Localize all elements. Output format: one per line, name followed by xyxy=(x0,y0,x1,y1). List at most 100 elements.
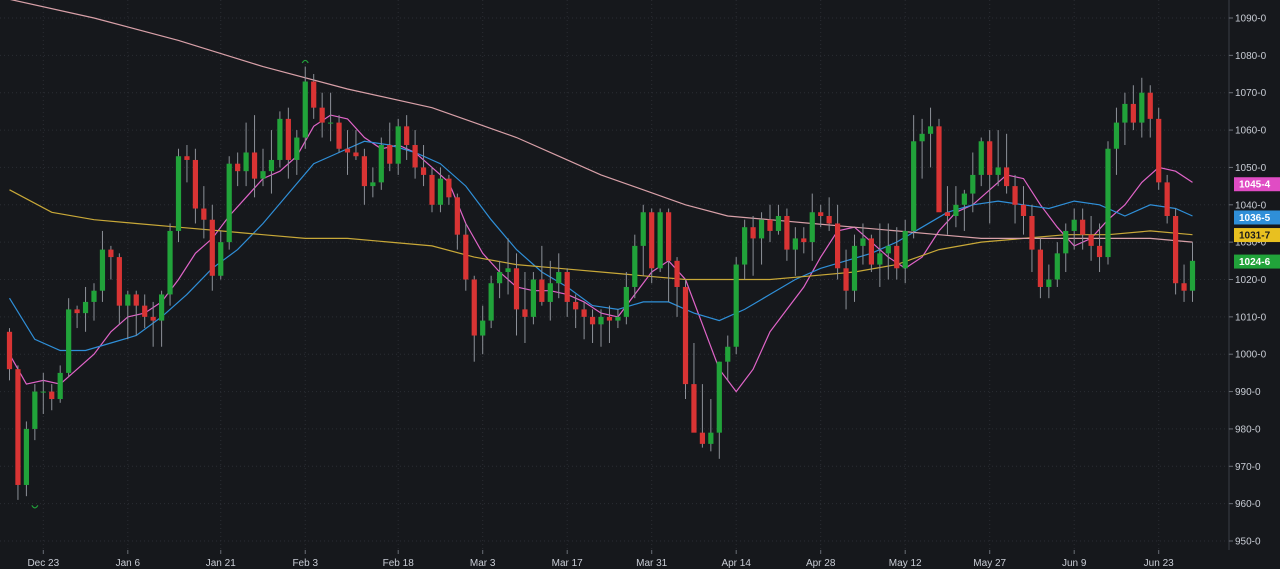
candle-body xyxy=(82,301,89,314)
price-tag: 1024-6 xyxy=(1234,254,1280,269)
candle-body xyxy=(1054,253,1060,280)
candle-body xyxy=(1071,219,1077,231)
candle-body xyxy=(243,152,249,172)
candle-body xyxy=(632,245,638,287)
candle-body xyxy=(218,242,224,276)
candle xyxy=(15,365,21,500)
candle-body xyxy=(40,391,46,393)
candle-body xyxy=(175,156,182,231)
candle-body xyxy=(471,279,477,336)
candle-body xyxy=(150,316,156,321)
candle-body xyxy=(995,167,1001,175)
candle-body xyxy=(961,193,967,205)
x-tick-label: Apr 28 xyxy=(806,558,836,569)
candle-body xyxy=(142,305,148,317)
candle-body xyxy=(835,223,841,269)
candle-body xyxy=(437,178,444,205)
x-tick-label: Dec 23 xyxy=(27,558,59,569)
candle-body xyxy=(91,290,97,302)
candle-body xyxy=(251,152,258,179)
candle-body xyxy=(1113,122,1120,149)
candle-body xyxy=(116,257,122,306)
chart-background xyxy=(0,0,1280,569)
candle-body xyxy=(775,215,782,231)
candle-body xyxy=(209,219,215,276)
candle xyxy=(488,275,494,329)
candle-body xyxy=(1096,245,1103,258)
candlestick-chart: 1090-01080-01070-01060-01050-01040-01030… xyxy=(0,0,1280,569)
candle-body xyxy=(615,316,621,321)
candle-body xyxy=(294,137,300,160)
y-tick-label: 1090-0 xyxy=(1235,14,1267,25)
candle-body xyxy=(818,212,824,216)
candle-body xyxy=(49,391,55,400)
candle-body xyxy=(674,260,680,287)
candle-body xyxy=(23,428,29,485)
candle-body xyxy=(851,245,858,291)
candle-body xyxy=(277,118,283,160)
candle-body xyxy=(556,272,562,284)
candle-body xyxy=(446,178,452,198)
candle xyxy=(378,137,384,190)
candle-body xyxy=(268,159,275,172)
candle-body xyxy=(877,253,883,265)
candle-body xyxy=(108,249,114,258)
candle-body xyxy=(159,294,165,321)
candle-body xyxy=(32,391,38,429)
y-tick-label: 960-0 xyxy=(1235,499,1261,510)
candle-body xyxy=(344,148,351,153)
candle-body xyxy=(125,294,131,306)
x-tick-label: Jun 9 xyxy=(1062,558,1087,569)
price-tag: 1045-4 xyxy=(1234,177,1280,192)
candle-body xyxy=(167,230,173,295)
candle-body xyxy=(1139,92,1145,123)
candle-body xyxy=(623,286,629,317)
candle-body xyxy=(606,316,613,321)
candle-body xyxy=(378,145,384,183)
candle xyxy=(175,148,182,243)
candle-body xyxy=(1037,249,1043,287)
candle-body xyxy=(488,283,494,321)
candle-body xyxy=(809,212,815,243)
price-tag: 1031-7 xyxy=(1234,228,1280,243)
x-tick-label: Feb 3 xyxy=(292,558,318,569)
candle xyxy=(1173,208,1179,295)
candle-body xyxy=(953,204,959,216)
candle-body xyxy=(15,369,21,485)
candle xyxy=(66,298,72,377)
candle-body xyxy=(733,264,739,347)
candle-body xyxy=(99,249,106,291)
candle-body xyxy=(429,174,435,205)
candle-body xyxy=(573,301,579,310)
candle-body xyxy=(978,141,984,175)
candle-body xyxy=(792,238,798,250)
candle-body xyxy=(1164,182,1170,216)
x-tick-label: Jan 6 xyxy=(116,558,141,569)
candle-body xyxy=(927,126,934,134)
price-tag-label: 1036-5 xyxy=(1239,213,1271,224)
candle-body xyxy=(463,234,469,280)
candle xyxy=(1105,141,1111,265)
x-tick-label: May 27 xyxy=(973,558,1006,569)
x-tick-label: Mar 3 xyxy=(470,558,496,569)
candle xyxy=(530,272,536,325)
candle-body xyxy=(74,309,80,314)
candle-body xyxy=(1046,279,1052,287)
y-tick-label: 1070-0 xyxy=(1235,88,1267,99)
candle-body xyxy=(513,268,520,310)
candle-body xyxy=(640,212,646,246)
candle-body xyxy=(1012,186,1018,205)
candle-body xyxy=(581,309,587,317)
candle-body xyxy=(1020,204,1027,216)
price-tag-label: 1024-6 xyxy=(1239,257,1271,268)
candle-body xyxy=(1029,215,1035,250)
candle xyxy=(936,118,942,213)
y-tick-label: 1010-0 xyxy=(1235,312,1267,323)
candle-body xyxy=(57,372,63,400)
candle xyxy=(733,257,739,355)
candle-body xyxy=(682,286,689,385)
candle-body xyxy=(758,219,765,239)
y-tick-label: 990-0 xyxy=(1235,387,1261,398)
y-tick-label: 1040-0 xyxy=(1235,200,1267,211)
candle-body xyxy=(370,182,376,187)
